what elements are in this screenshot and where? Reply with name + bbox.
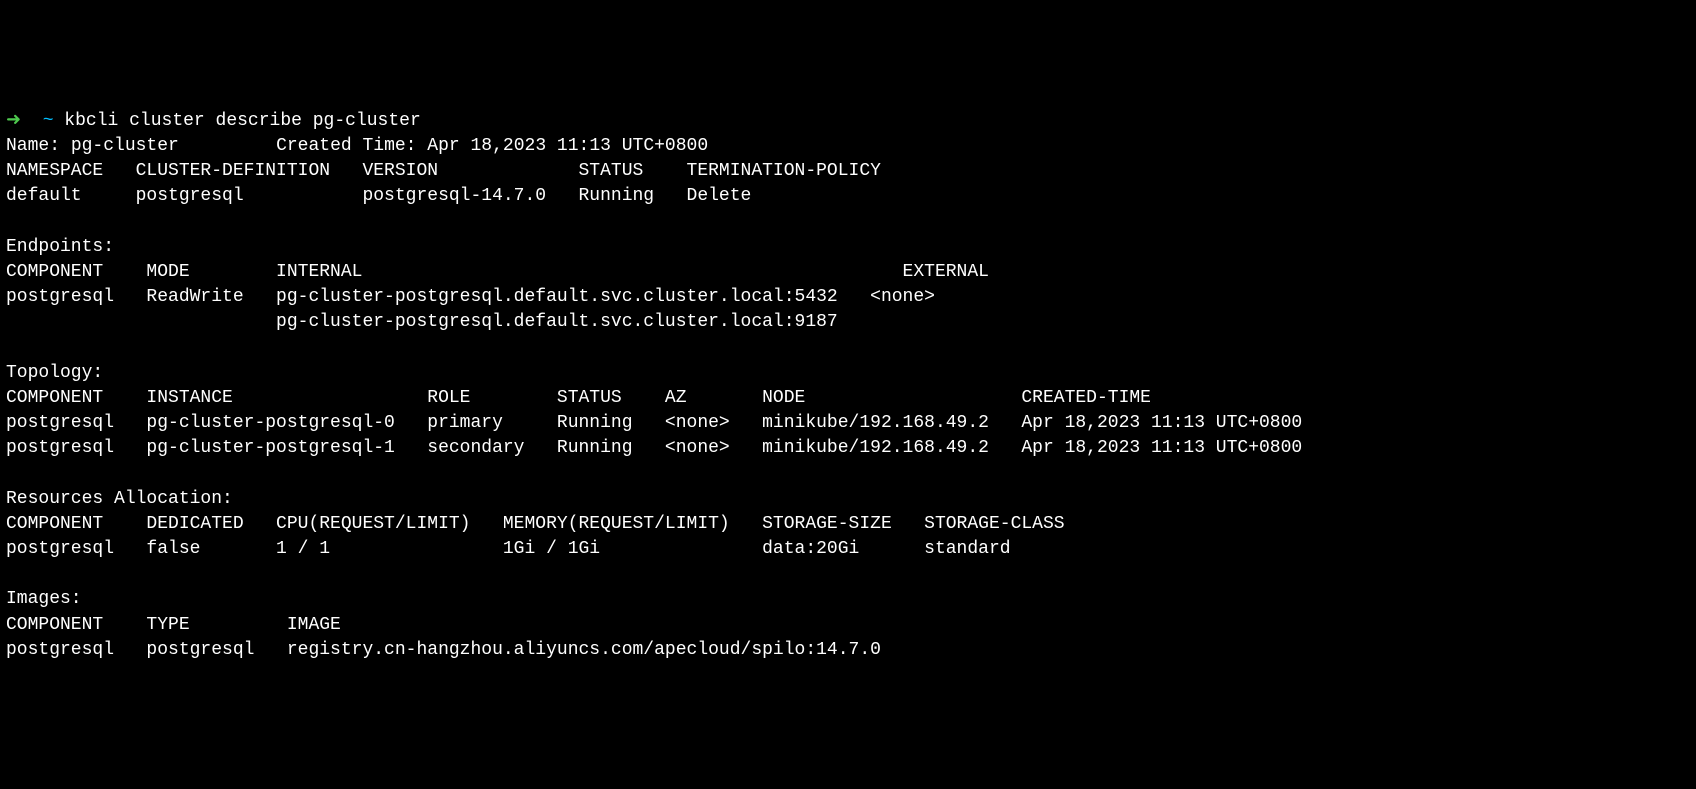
- images-row: postgresql postgresql registry.cn-hangzh…: [6, 640, 892, 660]
- images-title: Images:: [6, 589, 82, 609]
- endpoints-title: Endpoints:: [6, 237, 114, 257]
- summary-row: default postgresql postgresql-14.7.0 Run…: [6, 186, 913, 206]
- resources-title: Resources Allocation:: [6, 489, 233, 509]
- resources-headers: COMPONENT DEDICATED CPU(REQUEST/LIMIT) M…: [6, 514, 1097, 534]
- topology-title: Topology:: [6, 363, 103, 383]
- endpoints-row-1: postgresql ReadWrite pg-cluster-postgres…: [6, 287, 989, 307]
- created-label: Created Time:: [276, 136, 427, 156]
- prompt-tilde: ~: [43, 111, 65, 131]
- resources-row: postgresql false 1 / 1 1Gi / 1Gi data:20…: [6, 539, 1097, 559]
- topology-headers: COMPONENT INSTANCE ROLE STATUS AZ NODE C…: [6, 388, 1335, 408]
- spacing: [179, 136, 276, 156]
- terminal-output: ➜ ~ kbcli cluster describe pg-cluster Na…: [6, 109, 1690, 663]
- endpoints-row-2: pg-cluster-postgresql.default.svc.cluste…: [6, 312, 989, 332]
- name-value: pg-cluster: [71, 136, 179, 156]
- topology-row-2: postgresql pg-cluster-postgresql-1 secon…: [6, 438, 1335, 458]
- name-label: Name:: [6, 136, 71, 156]
- summary-headers: NAMESPACE CLUSTER-DEFINITION VERSION STA…: [6, 161, 913, 181]
- created-value: Apr 18,2023 11:13 UTC+0800: [427, 136, 708, 156]
- prompt-arrow-icon: ➜: [6, 111, 43, 131]
- endpoints-headers: COMPONENT MODE INTERNAL EXTERNAL: [6, 262, 1021, 282]
- command-text: kbcli cluster describe pg-cluster: [64, 111, 420, 131]
- topology-row-1: postgresql pg-cluster-postgresql-0 prima…: [6, 413, 1335, 433]
- images-headers: COMPONENT TYPE IMAGE: [6, 615, 892, 635]
